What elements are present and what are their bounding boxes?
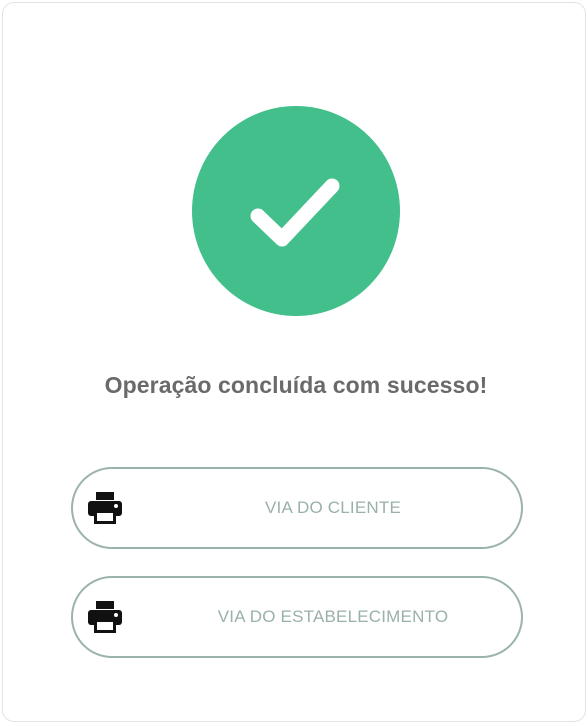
print-customer-copy-label: VIA DO CLIENTE [264,498,401,517]
success-badge [192,106,400,316]
print-merchant-copy-button[interactable]: VIA DO ESTABELECIMENTO [71,576,523,658]
print-customer-copy-button[interactable]: VIA DO CLIENTE [71,467,523,549]
success-message: Operação concluída com sucesso! [104,372,488,398]
print-merchant-copy-label: VIA DO ESTABELECIMENTO [217,607,449,626]
printer-icon [88,492,122,524]
check-icon [250,178,340,247]
success-dialog: Operação concluída com sucesso! VIA DO C… [2,2,586,722]
printer-icon [88,601,122,633]
